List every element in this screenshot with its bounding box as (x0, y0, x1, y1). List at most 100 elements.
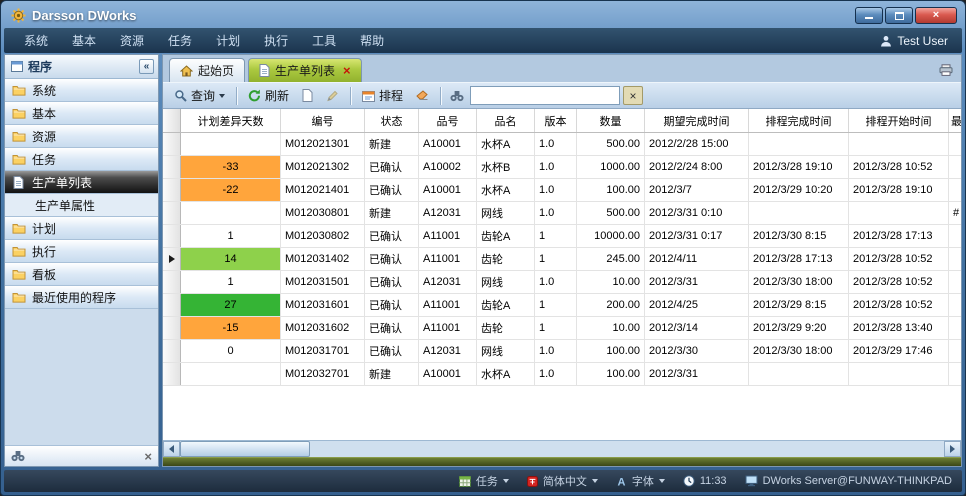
cell-sched_start[interactable]: 2012/3/28 19:10 (849, 179, 949, 201)
row-header[interactable] (163, 133, 181, 155)
cell-item_name[interactable]: 齿轮A (477, 225, 535, 247)
cell-code[interactable]: M012021401 (281, 179, 365, 201)
menu-item[interactable]: 计划 (204, 28, 252, 53)
cell-status[interactable]: 已确认 (365, 271, 419, 293)
cell-item_name[interactable]: 水杯A (477, 133, 535, 155)
cell-due[interactable]: 2012/3/30 (645, 340, 749, 362)
cell-qty[interactable]: 500.00 (577, 202, 645, 224)
cell-extra[interactable]: # (949, 202, 961, 224)
cell-sched_end[interactable]: 2012/3/28 19:10 (749, 156, 849, 178)
cell-extra[interactable] (949, 133, 961, 155)
cell-diff[interactable] (181, 133, 281, 155)
cell-qty[interactable]: 500.00 (577, 133, 645, 155)
cell-version[interactable]: 1 (535, 317, 577, 339)
cell-due[interactable]: 2012/4/25 (645, 294, 749, 316)
grid-column-header[interactable]: 状态 (365, 109, 419, 132)
schedule-button[interactable]: 排程 (357, 85, 408, 106)
cell-due[interactable]: 2012/3/31 0:10 (645, 202, 749, 224)
grid-column-header[interactable]: 数量 (577, 109, 645, 132)
cell-code[interactable]: M012031402 (281, 248, 365, 270)
grid-column-header[interactable]: 排程开始时间 (849, 109, 949, 132)
cell-status[interactable]: 新建 (365, 202, 419, 224)
row-header[interactable] (163, 271, 181, 293)
cell-sched_end[interactable] (749, 202, 849, 224)
cell-diff[interactable] (181, 202, 281, 224)
cell-extra[interactable] (949, 156, 961, 178)
cell-version[interactable]: 1.0 (535, 156, 577, 178)
cell-sched_start[interactable]: 2012/3/28 10:52 (849, 271, 949, 293)
cell-item_no[interactable]: A10001 (419, 133, 477, 155)
close-button[interactable]: × (915, 7, 957, 24)
cell-code[interactable]: M012021301 (281, 133, 365, 155)
cell-sched_end[interactable]: 2012/3/28 17:13 (749, 248, 849, 270)
statusbar-item[interactable]: 任务 (459, 473, 509, 489)
scroll-left-button[interactable] (163, 441, 180, 457)
unschedule-button[interactable] (411, 88, 434, 103)
sidebar-item[interactable]: 系统 (5, 79, 158, 102)
cell-qty[interactable]: 100.00 (577, 340, 645, 362)
cell-version[interactable]: 1.0 (535, 271, 577, 293)
cell-diff[interactable]: -15 (181, 317, 281, 339)
menu-item[interactable]: 资源 (108, 28, 156, 53)
grid-column-header[interactable]: 品名 (477, 109, 535, 132)
cell-sched_end[interactable] (749, 363, 849, 385)
row-header[interactable] (163, 294, 181, 316)
maximize-button[interactable] (885, 7, 913, 24)
grid-column-header[interactable]: 计划差异天数 (181, 109, 281, 132)
cell-code[interactable]: M012030801 (281, 202, 365, 224)
cell-qty[interactable]: 245.00 (577, 248, 645, 270)
cell-sched_end[interactable]: 2012/3/29 10:20 (749, 179, 849, 201)
cell-due[interactable]: 2012/2/28 15:00 (645, 133, 749, 155)
cell-due[interactable]: 2012/3/31 0:17 (645, 225, 749, 247)
cell-diff[interactable]: 1 (181, 271, 281, 293)
cell-item_no[interactable]: A10002 (419, 156, 477, 178)
cell-qty[interactable]: 100.00 (577, 179, 645, 201)
cell-sched_end[interactable]: 2012/3/30 18:00 (749, 271, 849, 293)
cell-code[interactable]: M012031601 (281, 294, 365, 316)
tab[interactable]: 起始页 (169, 58, 245, 82)
sidebar-item[interactable]: 生产单属性 (5, 194, 158, 217)
cell-sched_end[interactable]: 2012/3/30 8:15 (749, 225, 849, 247)
cell-extra[interactable] (949, 248, 961, 270)
cell-version[interactable]: 1.0 (535, 340, 577, 362)
minimize-button[interactable] (855, 7, 883, 24)
cell-status[interactable]: 已确认 (365, 248, 419, 270)
statusbar-item[interactable]: 简体中文 (527, 473, 598, 489)
cell-sched_end[interactable] (749, 133, 849, 155)
cell-sched_end[interactable]: 2012/3/30 18:00 (749, 340, 849, 362)
cell-code[interactable]: M012031501 (281, 271, 365, 293)
clear-search-button[interactable]: × (623, 86, 643, 105)
menu-item[interactable]: 系统 (12, 28, 60, 53)
print-button[interactable] (939, 64, 953, 76)
cell-sched_start[interactable]: 2012/3/28 10:52 (849, 156, 949, 178)
cell-extra[interactable] (949, 340, 961, 362)
cell-diff[interactable]: -33 (181, 156, 281, 178)
user-menu[interactable]: Test User (880, 34, 954, 48)
cell-code[interactable]: M012031701 (281, 340, 365, 362)
cell-item_no[interactable]: A12031 (419, 202, 477, 224)
cell-status[interactable]: 新建 (365, 363, 419, 385)
cell-version[interactable]: 1 (535, 225, 577, 247)
sidebar-item[interactable]: 最近使用的程序 (5, 286, 158, 309)
row-header[interactable] (163, 248, 181, 270)
cell-version[interactable]: 1.0 (535, 133, 577, 155)
cell-sched_end[interactable]: 2012/3/29 8:15 (749, 294, 849, 316)
cell-item_name[interactable]: 水杯A (477, 363, 535, 385)
query-button[interactable]: 查询 (169, 85, 230, 106)
cell-item_name[interactable]: 网线 (477, 271, 535, 293)
grid-column-header[interactable]: 最 (949, 109, 961, 132)
cell-status[interactable]: 已确认 (365, 179, 419, 201)
menu-item[interactable]: 帮助 (348, 28, 396, 53)
cell-diff[interactable]: -22 (181, 179, 281, 201)
cell-status[interactable]: 新建 (365, 133, 419, 155)
cell-due[interactable]: 2012/4/11 (645, 248, 749, 270)
cell-diff[interactable]: 1 (181, 225, 281, 247)
cell-status[interactable]: 已确认 (365, 225, 419, 247)
cell-extra[interactable] (949, 317, 961, 339)
scroll-right-button[interactable] (944, 441, 961, 457)
cell-due[interactable]: 2012/3/31 (645, 271, 749, 293)
cell-diff[interactable]: 14 (181, 248, 281, 270)
sidebar-item[interactable]: 计划 (5, 217, 158, 240)
cell-extra[interactable] (949, 294, 961, 316)
menu-item[interactable]: 基本 (60, 28, 108, 53)
